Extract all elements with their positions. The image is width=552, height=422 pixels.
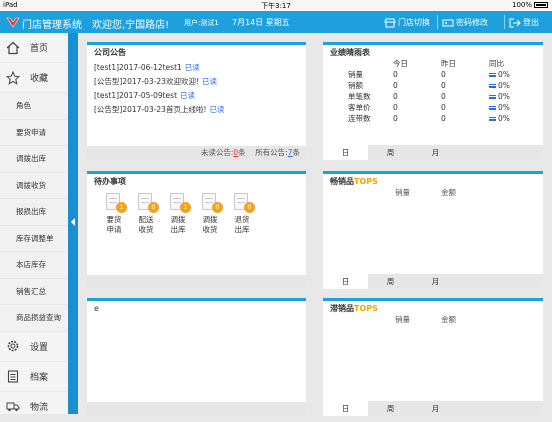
performance-table: 今日 昨日 同比 销量 0 0 0% 销额 0 0 0% 单笔数 0 0 0% 客单价 0 0 0% 连… <box>348 58 528 124</box>
sidebar-item-favorites[interactable]: 收藏 <box>0 63 68 93</box>
gear-icon <box>7 340 19 352</box>
sidebar-item-label: 设置 <box>30 342 49 353</box>
count-badge: 1 <box>180 202 191 213</box>
table-row: 连带数 0 0 0% <box>348 114 510 123</box>
key-icon <box>442 19 454 26</box>
sidebar-item-label: 首页 <box>30 44 49 54</box>
panel-title: 畅销品TOPS <box>330 177 378 186</box>
sidebar-item-purchase-request[interactable]: 要货申请 <box>0 119 68 146</box>
announcement-item[interactable]: [公告型]2017-03-23首页上线啦! 已读 <box>94 103 299 117</box>
sidebar-item-sales-summary[interactable]: 销售汇总 <box>0 278 68 305</box>
count-badge: 0 <box>212 202 223 213</box>
app-title: 门店管理系统 <box>22 20 82 31</box>
tab-week[interactable]: 周 <box>368 274 413 289</box>
table-header: 销量 金额 <box>395 188 456 197</box>
equal-icon <box>489 84 496 88</box>
logout-icon <box>509 18 521 27</box>
sidebar-item-transfer-out[interactable]: 调拨出库 <box>0 146 68 173</box>
announcement-item[interactable]: [公告型]2017-03-23欢迎欢迎! 已读 <box>94 75 299 89</box>
divider <box>437 15 438 29</box>
sidebar-item-home[interactable]: 首页 <box>0 33 68 63</box>
performance-panel: 业绩晴雨表 今日 昨日 同比 销量 0 0 0% 销额 0 0 0% 单笔数 0 0 0% 客单价… <box>323 42 543 160</box>
sidebar-item-store-stock[interactable]: 本店库存 <box>0 252 68 279</box>
count-badge: 0 <box>148 202 159 213</box>
user-label: 用户:测试1 <box>184 19 219 27</box>
equal-icon <box>489 106 496 110</box>
tab-day[interactable]: 日 <box>323 145 368 160</box>
table-header: 今日 昨日 同比 <box>393 59 504 68</box>
table-row: 单笔数 0 0 0% <box>348 92 510 101</box>
sidebar-collapse-handle[interactable] <box>68 33 78 414</box>
table-row: 销量 0 0 0% <box>348 70 510 79</box>
count-badge: 1 <box>116 202 127 213</box>
panel-title: 公司公告 <box>94 48 126 57</box>
announcement-item[interactable]: [test1]2017-06-12test1 已读 <box>94 61 299 75</box>
panel-footer <box>87 275 306 289</box>
store-icon <box>384 18 396 27</box>
tab-week[interactable]: 周 <box>368 145 413 160</box>
misc-panel: e <box>87 298 306 416</box>
panel-title: 业绩晴雨表 <box>330 48 370 57</box>
ios-status-bar: iPad 下午3:17 100% <box>0 0 552 11</box>
change-password-button[interactable]: 密码修改 <box>442 17 488 28</box>
sidebar-item-label: 物流 <box>30 402 49 413</box>
sidebar-item-archive[interactable]: 档案 <box>0 362 68 392</box>
todo-item-return-out[interactable]: 0 退货 出库 <box>229 193 255 235</box>
slowsellers-panel: 滞销品TOPS 销量 金额 日 周 月 <box>323 298 543 416</box>
sidebar-item-damage-out[interactable]: 报损出库 <box>0 199 68 226</box>
clipboard-icon <box>7 370 19 383</box>
todo-item-transfer-receive[interactable]: 0 调拨 收货 <box>197 193 223 235</box>
clock: 下午3:17 <box>261 2 291 10</box>
sidebar-item-profit-query[interactable]: 商品损益查询 <box>0 305 68 332</box>
panel-text: e <box>94 304 99 313</box>
sidebar-item-settings[interactable]: 设置 <box>0 332 68 362</box>
home-icon <box>6 41 20 54</box>
period-tabs: 日 周 月 <box>323 145 543 160</box>
tab-month[interactable]: 月 <box>413 145 458 160</box>
bestsellers-panel: 畅销品TOPS 销量 金额 日 周 月 <box>323 171 543 289</box>
welcome-text: 欢迎您,宁国路店! <box>92 20 170 31</box>
top-bar: 门店管理系统 欢迎您,宁国路店! 用户:测试1 7月14日 星期五 门店切换 密… <box>0 11 552 33</box>
date-label: 7月14日 星期五 <box>232 18 290 27</box>
sidebar-item-role[interactable]: 角色 <box>0 93 68 120</box>
sidebar: 首页 收藏 角色 要货申请 调拨出库 调拨收货 报损出库 库存调整单 本店库存 … <box>0 33 68 422</box>
sidebar-item-logistics[interactable]: 物流 <box>0 392 68 422</box>
announcements-panel: 公司公告 [test1]2017-06-12test1 已读 [公告型]2017-… <box>87 42 306 160</box>
count-badge: 0 <box>244 202 255 213</box>
equal-icon <box>489 73 496 77</box>
announcement-item[interactable]: [test1]2017-05-09test 已读 <box>94 89 299 103</box>
truck-icon <box>6 402 20 412</box>
sidebar-item-transfer-receive[interactable]: 调拨收货 <box>0 172 68 199</box>
sidebar-item-label: 收藏 <box>30 74 49 84</box>
sidebar-item-label: 档案 <box>30 372 49 383</box>
announcement-footer: 未读公告:0条 所有公告:7条 <box>87 146 306 160</box>
switch-store-button[interactable]: 门店切换 <box>384 17 430 28</box>
panel-title: 滞销品TOPS <box>330 304 378 313</box>
table-row: 客单价 0 0 0% <box>348 103 510 112</box>
star-icon <box>6 70 20 85</box>
equal-icon <box>489 117 496 121</box>
logout-button[interactable]: 登出 <box>509 17 539 28</box>
panel-title: 待办事项 <box>94 177 126 186</box>
table-row: 销额 0 0 0% <box>348 81 510 90</box>
chevron-left-icon <box>71 218 75 226</box>
logo-icon <box>6 17 20 28</box>
divider <box>504 15 505 29</box>
period-tabs: 日 周 月 <box>323 274 543 289</box>
todo-item-purchase-request[interactable]: 1 要货 申请 <box>101 193 127 235</box>
todo-item-transfer-out[interactable]: 1 调拨 出库 <box>165 193 191 235</box>
sidebar-item-stock-adjust[interactable]: 库存调整单 <box>0 225 68 252</box>
todo-item-delivery-receive[interactable]: 0 配送 收货 <box>133 193 159 235</box>
tab-day[interactable]: 日 <box>323 274 368 289</box>
tab-month[interactable]: 月 <box>413 274 458 289</box>
equal-icon <box>489 95 496 99</box>
announcement-list: [test1]2017-06-12test1 已读 [公告型]2017-03-23… <box>87 58 306 120</box>
table-header: 销量 金额 <box>395 315 456 324</box>
battery-icon <box>534 2 548 8</box>
todo-panel: 待办事项 1 要货 申请 0 配送 收货 1 调拨 出库 0 调拨 收货 0 退货 出库 <box>87 171 306 289</box>
battery-indicator: 100% <box>512 1 548 9</box>
